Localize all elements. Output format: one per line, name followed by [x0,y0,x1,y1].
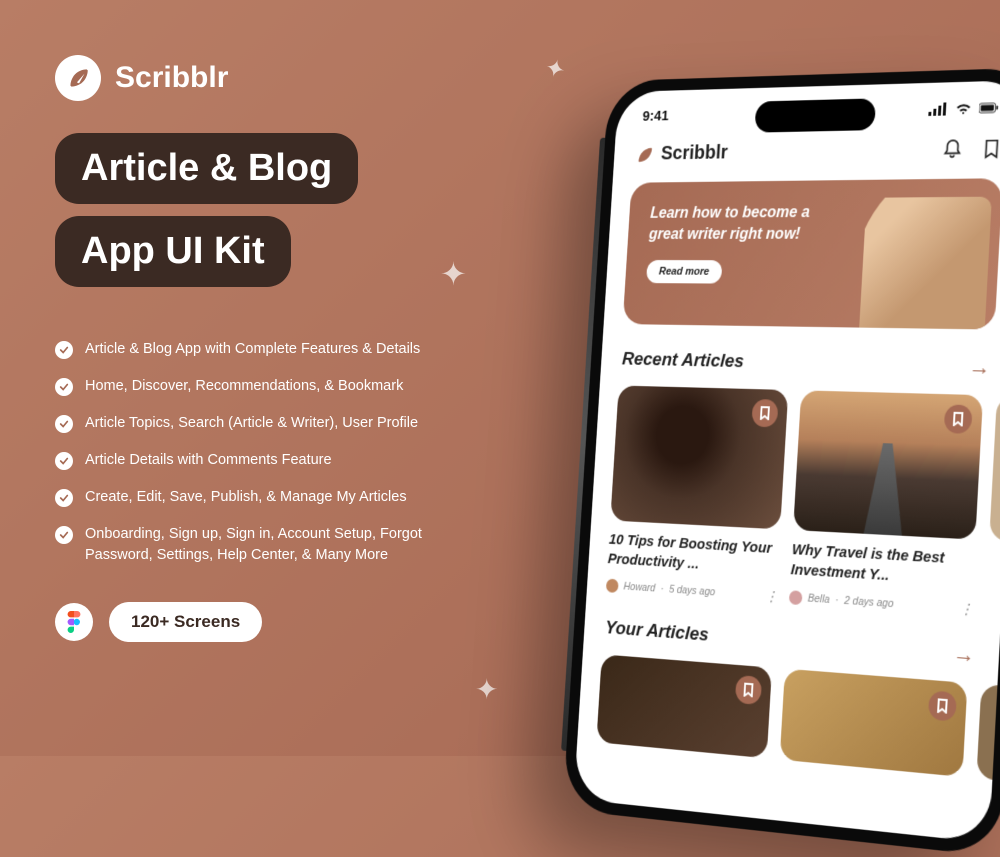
section-title-your: Your Articles [605,617,710,646]
article-card[interactable]: 10 Tips for Boosting Your Productivity .… [606,385,789,604]
bookmark-badge-icon[interactable] [928,690,957,721]
wifi-icon [953,102,973,116]
hero-image [859,197,992,330]
feather-icon [634,144,654,165]
feature-item: Create, Edit, Save, Publish, & Manage My… [55,487,485,508]
article-title: Why Travel is the Best Investment Y... [790,540,975,592]
avatar [789,590,803,605]
section-title-recent: Recent Articles [621,349,744,373]
app-name: Scribblr [660,142,728,165]
brand-logo-row: Scribblr [55,55,485,101]
bell-icon[interactable] [941,138,964,161]
article-age: 5 days ago [669,584,716,599]
sparkle-icon: ✦ [475,673,498,706]
article-image [989,396,1000,551]
feather-icon [55,55,101,101]
your-article-card[interactable] [976,684,1000,797]
feature-text: Article Details with Comments Feature [85,450,332,471]
status-time: 9:41 [642,108,669,125]
feature-item: Home, Discover, Recommendations, & Bookm… [55,376,485,397]
features-list: Article & Blog App with Complete Feature… [55,339,485,566]
article-age: 2 days ago [844,595,894,610]
read-more-button[interactable]: Read more [646,260,722,284]
feature-text: Article Topics, Search (Article & Writer… [85,413,418,434]
feature-item: Onboarding, Sign up, Sign in, Account Se… [55,524,485,566]
bookmark-badge-icon[interactable] [735,674,762,704]
feature-item: Article & Blog App with Complete Feature… [55,339,485,360]
hero-text: Learn how to become a great writer right… [648,202,835,246]
more-icon[interactable]: ⋮ [765,587,777,605]
check-icon [55,378,73,396]
more-icon[interactable]: ⋮ [959,599,972,617]
avatar [606,579,619,593]
title-pill-2: App UI Kit [55,216,291,287]
check-icon [55,415,73,433]
phone-mockup: 9:41 Scribblr Learn how to becom [563,67,1000,857]
check-icon [55,526,73,544]
phone-notch [754,98,876,132]
battery-icon [979,101,999,115]
bookmark-badge-icon[interactable] [751,399,778,427]
feature-item: Article Details with Comments Feature [55,450,485,471]
feature-text: Onboarding, Sign up, Sign in, Account Se… [85,524,485,566]
article-image [793,390,983,539]
article-card[interactable] [985,396,1000,620]
feature-text: Create, Edit, Save, Publish, & Manage My… [85,487,407,508]
title-pill-1: Article & Blog [55,133,358,204]
check-icon [55,341,73,359]
article-title: 10 Tips for Boosting Your Productivity .… [607,530,779,580]
article-card[interactable]: Why Travel is the Best Investment Y... B… [789,390,983,618]
arrow-right-icon[interactable]: → [952,640,975,669]
check-icon [55,452,73,470]
article-author: Bella [807,592,830,606]
article-image [610,385,788,529]
brand-name: Scribblr [115,61,228,95]
sparkle-icon: ✦ [542,53,569,86]
feature-text: Home, Discover, Recommendations, & Bookm… [85,376,403,397]
screens-count-pill: 120+ Screens [109,602,262,642]
your-article-card[interactable] [596,654,772,758]
check-icon [55,489,73,507]
arrow-right-icon[interactable]: → [968,354,991,381]
feature-text: Article & Blog App with Complete Feature… [85,339,420,360]
bookmark-badge-icon[interactable] [944,404,973,434]
article-author: Howard [623,581,655,595]
your-article-card[interactable] [780,668,968,776]
hero-card[interactable]: Learn how to become a great writer right… [623,178,1000,329]
feature-item: Article Topics, Search (Article & Writer… [55,413,485,434]
bookmark-icon[interactable] [980,137,1000,160]
signal-icon [928,102,948,116]
figma-icon [55,603,93,641]
